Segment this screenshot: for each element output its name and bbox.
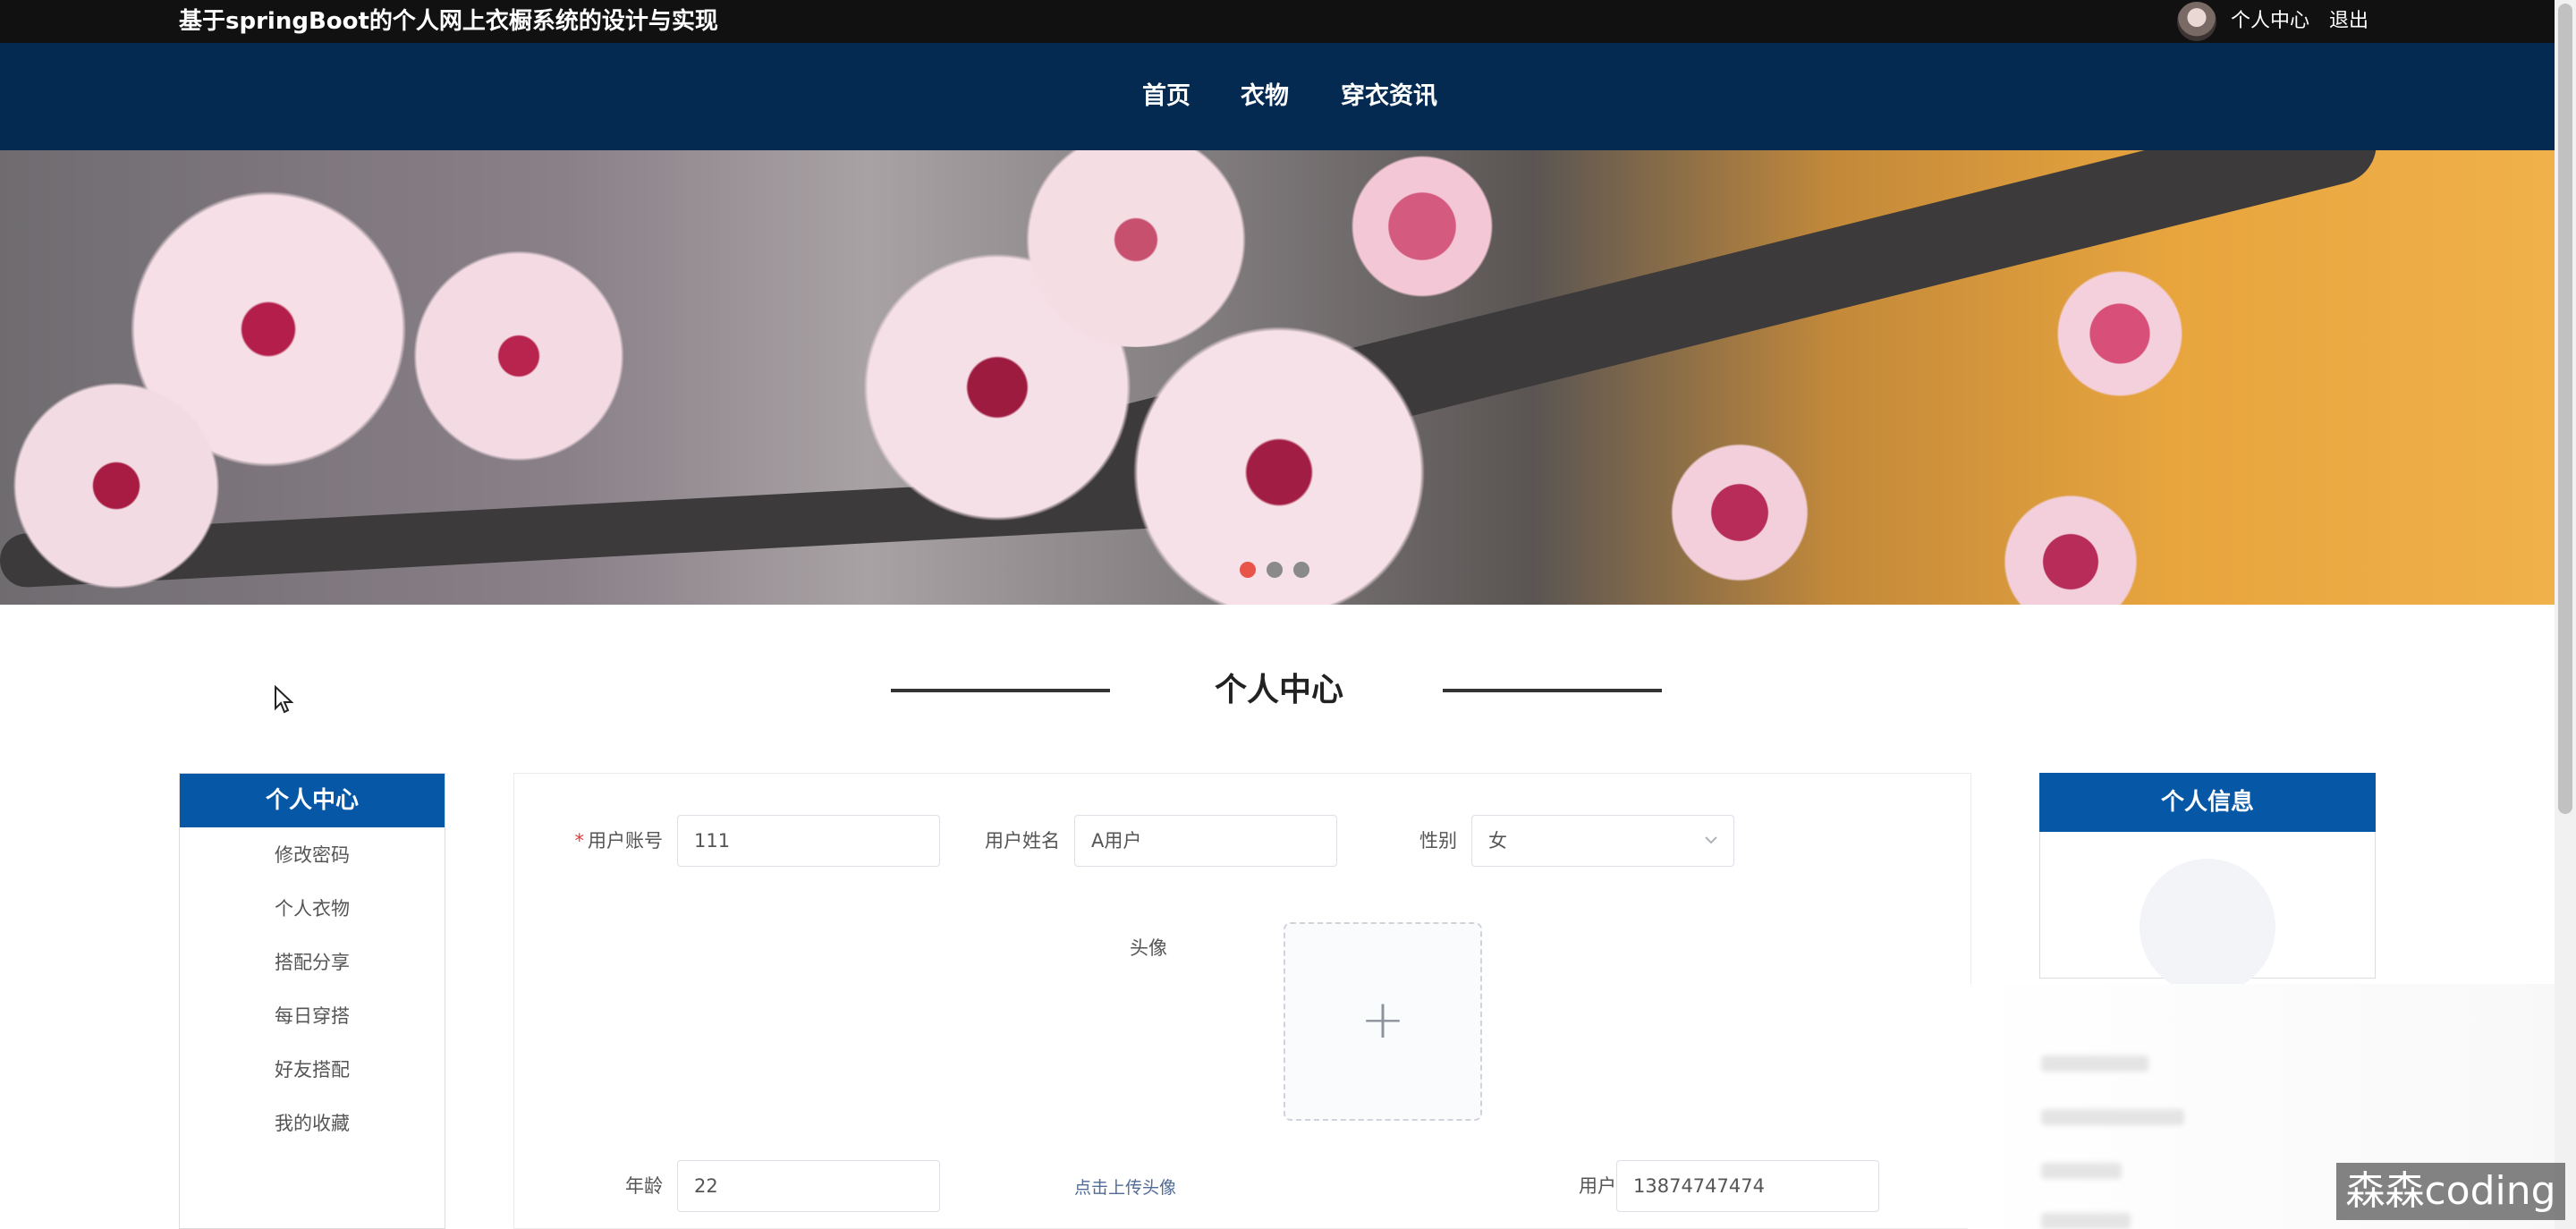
plus-icon: +: [1360, 988, 1406, 1051]
page-title: 个人中心: [1214, 672, 1343, 708]
personal-center-link[interactable]: 个人中心: [2231, 5, 2309, 38]
sidebar-item-my-clothes[interactable]: 个人衣物: [180, 886, 445, 931]
banner-blossom-graphic: [1664, 437, 1816, 589]
banner-blossom-graphic: [402, 240, 635, 472]
carousel-indicators: [1240, 562, 1320, 580]
logout-link[interactable]: 退出: [2329, 5, 2368, 38]
name-label: 用户姓名: [985, 830, 1060, 852]
banner-carousel[interactable]: [0, 150, 2555, 605]
watermark-label: 森森coding: [2336, 1163, 2565, 1220]
age-value: 22: [694, 1175, 718, 1197]
sidebar-item-my-favorites[interactable]: 我的收藏: [180, 1101, 445, 1146]
info-card-title: 个人信息: [2039, 773, 2376, 832]
account-value: 111: [694, 830, 731, 852]
gender-value: 女: [1488, 830, 1507, 852]
required-mark: *: [574, 830, 585, 852]
chevron-down-icon: [1703, 816, 1719, 885]
main-nav: 首页 衣物 穿衣资讯: [0, 43, 2555, 150]
scrollbar-thumb[interactable]: [2558, 4, 2572, 814]
avatar-upload-box[interactable]: +: [1284, 922, 1482, 1121]
blurred-row: [2041, 1109, 2184, 1125]
sidebar-title: 个人中心: [180, 774, 445, 827]
title-line-right: [1443, 689, 1662, 692]
sidebar-item-change-password[interactable]: 修改密码: [180, 833, 445, 877]
age-label: 年龄: [625, 1175, 663, 1197]
gender-label: 性别: [1419, 830, 1457, 852]
sidebar-item-outfit-share[interactable]: 搭配分享: [180, 940, 445, 985]
banner-blossom-graphic: [1995, 490, 2147, 605]
upload-avatar-hint[interactable]: 点击上传头像: [1074, 1174, 1176, 1199]
blurred-row: [2041, 1163, 2122, 1179]
account-label-text: 用户账号: [588, 830, 663, 852]
banner-blossom-graphic: [1342, 150, 1503, 302]
blurred-row: [2041, 1055, 2148, 1072]
sidebar-item-daily-outfit[interactable]: 每日穿搭: [180, 994, 445, 1038]
user-avatar[interactable]: [2177, 2, 2216, 41]
carousel-dot-3[interactable]: [1293, 562, 1309, 578]
account-label: * 用户账号: [550, 815, 664, 867]
name-input[interactable]: A用户: [1074, 815, 1337, 867]
nav-item-clothes[interactable]: 衣物: [1241, 43, 1289, 150]
nav-item-dressing-news[interactable]: 穿衣资讯: [1341, 43, 1437, 150]
phone-input[interactable]: 13874747474: [1616, 1160, 1879, 1212]
sidebar-item-friend-outfits[interactable]: 好友搭配: [180, 1047, 445, 1092]
age-input[interactable]: 22: [677, 1160, 940, 1212]
name-value: A用户: [1091, 830, 1142, 852]
carousel-dot-1[interactable]: [1240, 562, 1256, 578]
site-title: 基于springBoot的个人网上衣橱系统的设计与实现: [179, 8, 718, 35]
phone-value: 13874747474: [1633, 1175, 1765, 1197]
mouse-cursor-icon: [275, 685, 294, 714]
profile-form: * 用户账号 111 用户姓名 A用户 性别 女 头像 + 年龄 22 点击上传头…: [513, 773, 1971, 1229]
nav-item-home[interactable]: 首页: [1142, 43, 1191, 150]
gender-select[interactable]: 女: [1471, 815, 1734, 867]
top-bar: 基于springBoot的个人网上衣橱系统的设计与实现 个人中心 退出: [0, 0, 2555, 43]
avatar-label: 头像: [1130, 937, 1167, 959]
page-scrollbar[interactable]: [2555, 0, 2576, 1229]
banner-blossom-graphic: [0, 374, 233, 598]
banner-blossom-graphic: [2057, 258, 2182, 410]
title-line-left: [891, 689, 1110, 692]
blurred-row: [2041, 1213, 2131, 1229]
info-avatar: [2140, 859, 2275, 995]
carousel-dot-2[interactable]: [1267, 562, 1283, 578]
account-input[interactable]: 111: [677, 815, 940, 867]
sidebar: 个人中心 修改密码 个人衣物 搭配分享 每日穿搭 好友搭配 我的收藏: [179, 773, 445, 1229]
